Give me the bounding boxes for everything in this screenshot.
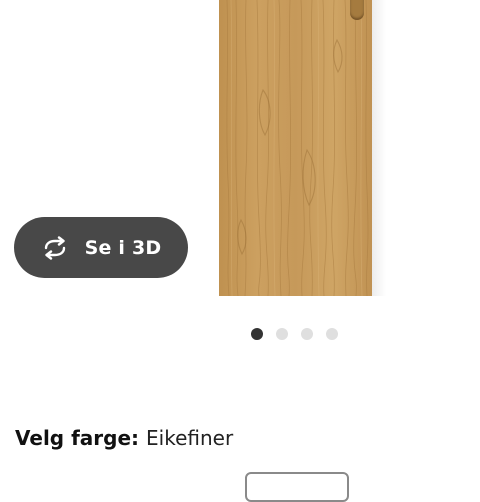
color-select-label: Velg farge: — [15, 426, 146, 450]
color-selector: Velg farge: Eikefiner — [15, 425, 233, 451]
door-handle — [350, 0, 364, 20]
view-3d-label: Se i 3D — [84, 236, 162, 259]
rotate-3d-icon — [39, 235, 71, 260]
oak-door-panel — [219, 0, 372, 296]
carousel-dot-1[interactable] — [251, 328, 263, 340]
carousel-dots — [251, 328, 338, 340]
carousel-dot-3[interactable] — [301, 328, 313, 340]
color-select-value: Eikefiner — [146, 426, 234, 450]
door-shadow — [372, 0, 386, 296]
carousel-dot-4[interactable] — [326, 328, 338, 340]
color-swatch-button[interactable] — [245, 472, 349, 502]
carousel-dot-2[interactable] — [276, 328, 288, 340]
view-3d-button[interactable]: Se i 3D — [14, 217, 188, 278]
wood-grain-texture — [219, 0, 372, 296]
